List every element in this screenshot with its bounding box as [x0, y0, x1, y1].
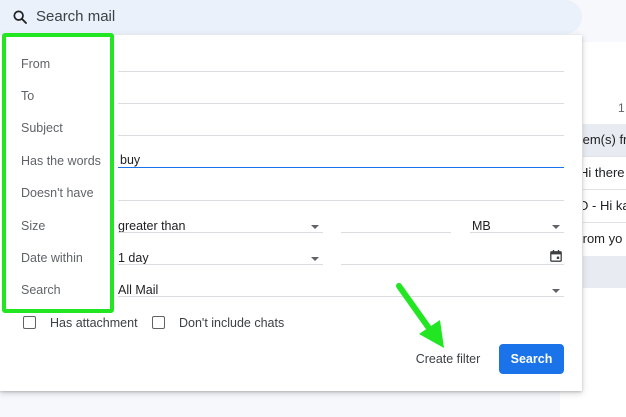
arrow-annotation — [396, 283, 444, 348]
